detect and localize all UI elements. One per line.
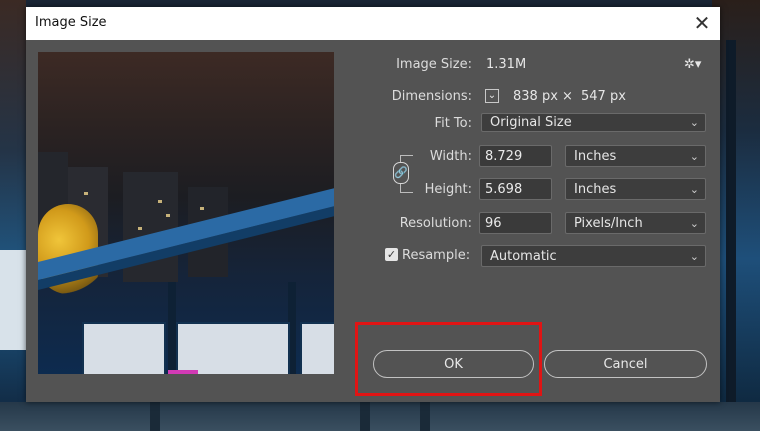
background-post xyxy=(420,402,430,431)
resample-value: Automatic xyxy=(490,249,557,264)
dialog-title: Image Size xyxy=(35,15,107,30)
fit-to-label: Fit To: xyxy=(434,116,472,131)
dialog-titlebar: Image Size ✕ xyxy=(26,7,720,40)
ok-highlight-box xyxy=(355,322,542,396)
height-unit-value: Inches xyxy=(574,182,617,197)
chevron-down-icon: ⌄ xyxy=(689,183,699,196)
dimensions-width: 838 px xyxy=(513,89,558,104)
width-unit-value: Inches xyxy=(574,149,617,164)
background-post xyxy=(360,402,370,431)
fit-to-value: Original Size xyxy=(490,115,572,130)
resample-checkbox[interactable]: ✓ xyxy=(385,248,398,261)
background-left-strip xyxy=(0,0,26,431)
preview-shelter-panel xyxy=(176,322,290,374)
preview-shelter-panel xyxy=(82,322,166,374)
resolution-input[interactable]: 96 xyxy=(479,212,552,234)
link-icon[interactable]: 🔗 xyxy=(393,162,409,184)
width-unit-select[interactable]: Inches ⌄ xyxy=(565,145,706,167)
chevron-down-icon: ⌄ xyxy=(689,116,699,129)
cancel-button[interactable]: Cancel xyxy=(544,350,707,378)
height-input[interactable]: 5.698 xyxy=(479,178,552,200)
height-unit-select[interactable]: Inches ⌄ xyxy=(565,178,706,200)
preview-shelter-panel xyxy=(300,322,334,374)
background-post xyxy=(150,402,160,431)
resample-select[interactable]: Automatic ⌄ xyxy=(481,245,706,267)
resolution-unit-select[interactable]: Pixels/Inch ⌄ xyxy=(565,212,706,234)
image-size-value: 1.31M xyxy=(486,57,527,72)
chevron-down-icon[interactable]: ⌄ xyxy=(485,89,499,103)
dimensions-label: Dimensions: xyxy=(391,89,472,104)
dimensions-height: 547 px xyxy=(581,89,626,104)
background-pillar xyxy=(726,40,736,431)
gear-icon[interactable]: ✲▾ xyxy=(684,57,701,72)
background-billboard xyxy=(0,250,26,350)
width-input[interactable]: 8.729 xyxy=(479,145,552,167)
close-icon[interactable]: ✕ xyxy=(688,9,716,37)
background-ground xyxy=(0,402,760,431)
chevron-down-icon: ⌄ xyxy=(689,217,699,230)
resolution-unit-value: Pixels/Inch xyxy=(574,216,643,231)
image-size-label: Image Size: xyxy=(396,57,472,72)
resample-label: Resample: xyxy=(402,248,471,263)
dimensions-separator: × xyxy=(562,89,573,104)
image-preview[interactable] xyxy=(38,52,334,374)
resolution-label: Resolution: xyxy=(399,216,472,231)
chevron-down-icon: ⌄ xyxy=(689,150,699,163)
width-label: Width: xyxy=(429,149,472,164)
fit-to-select[interactable]: Original Size ⌄ xyxy=(481,113,706,132)
height-label: Height: xyxy=(424,182,472,197)
chevron-down-icon: ⌄ xyxy=(689,250,699,263)
image-size-dialog: Image Size ✕ Image Size: 1.31M ✲▾ Dimens… xyxy=(26,7,720,402)
